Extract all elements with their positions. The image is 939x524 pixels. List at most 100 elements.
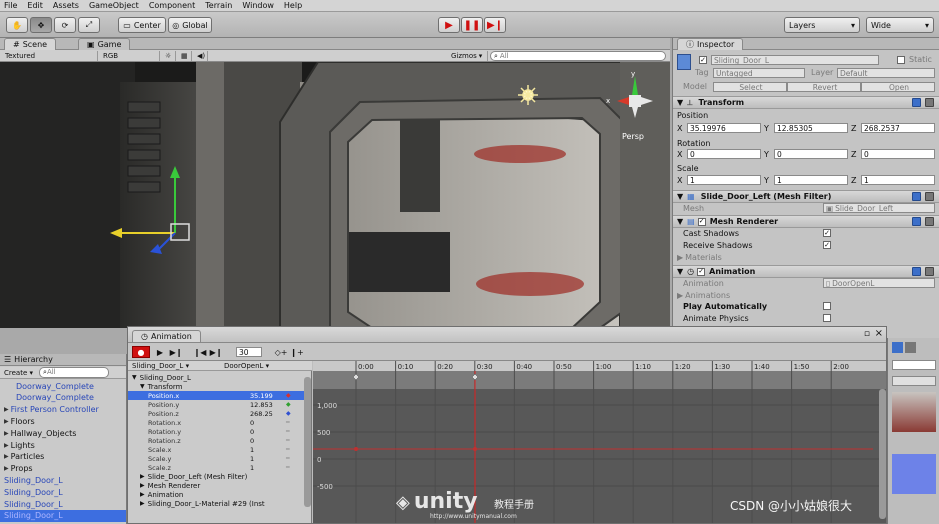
- chevron-right-icon[interactable]: ▶: [140, 500, 145, 507]
- rotation-y-field[interactable]: 0: [774, 149, 848, 159]
- menu-gameobject[interactable]: GameObject: [89, 1, 139, 10]
- position-y-field[interactable]: 12.85305: [774, 123, 848, 133]
- anim-property-value[interactable]: 0: [250, 437, 254, 445]
- anim-property-value[interactable]: 1: [250, 455, 254, 463]
- anim-object-dropdown[interactable]: Sliding_Door_L ▾: [132, 362, 189, 370]
- anim-property-row[interactable]: Scale.x 1 ━: [128, 445, 311, 454]
- receive-shadows-checkbox[interactable]: ✓: [823, 241, 831, 249]
- add-event-button[interactable]: ❙+: [290, 346, 304, 358]
- anim-property-value[interactable]: 1: [250, 464, 254, 472]
- anim-property-row[interactable]: ▶ Slide_Door_Left (Mesh Filter): [128, 472, 311, 481]
- tab-game[interactable]: ▣ Game: [78, 38, 131, 50]
- scale-y-field[interactable]: 1: [774, 175, 848, 185]
- hierarchy-item[interactable]: ▶ Props: [0, 463, 126, 475]
- render-mode-dropdown[interactable]: Textured: [2, 51, 98, 61]
- tab-scene[interactable]: # Scene: [4, 38, 57, 50]
- texture-thumbnail-1[interactable]: [892, 392, 936, 432]
- anim-property-row[interactable]: Rotation.y 0 ━: [128, 427, 311, 436]
- anim-next-button[interactable]: ▶❙: [168, 346, 184, 358]
- anim-property-row[interactable]: Position.x 35.199 ◆: [128, 391, 311, 400]
- scale-tool-button[interactable]: ⤢: [78, 17, 100, 33]
- chevron-right-icon[interactable]: ▶: [140, 482, 145, 489]
- chevron-right-icon[interactable]: ▶: [140, 491, 145, 498]
- play-button[interactable]: ▶: [438, 17, 460, 33]
- step-button[interactable]: ▶❙: [484, 17, 506, 33]
- rotate-tool-button[interactable]: ⟳: [54, 17, 76, 33]
- anim-clip-dropdown[interactable]: DoorOpenL ▾: [224, 362, 269, 370]
- scale-x-field[interactable]: 1: [687, 175, 761, 185]
- chevron-right-icon[interactable]: ▶: [4, 453, 9, 460]
- anim-property-value[interactable]: 12.853: [250, 401, 273, 409]
- frame-field[interactable]: 30: [236, 347, 262, 357]
- layers-dropdown[interactable]: Layers ▾: [784, 17, 860, 33]
- chevron-right-icon[interactable]: ▶: [140, 473, 145, 480]
- hierarchy-item[interactable]: ▶ Hallway_Objects: [0, 427, 126, 439]
- hierarchy-item[interactable]: ▶ First Person Controller: [0, 404, 126, 416]
- layout-dropdown[interactable]: Wide ▾: [866, 17, 934, 33]
- hand-tool-button[interactable]: ✋: [6, 17, 28, 33]
- pivot-global-button[interactable]: ◎ Global: [168, 17, 212, 33]
- close-icon[interactable]: ×: [875, 328, 883, 339]
- gear-icon[interactable]: [925, 217, 934, 226]
- curve-scrollbar[interactable]: [879, 389, 886, 519]
- anim-property-row[interactable]: Rotation.x 0 ━: [128, 418, 311, 427]
- position-z-field[interactable]: 268.2537: [861, 123, 935, 133]
- hierarchy-item[interactable]: ▶ Floors: [0, 415, 126, 427]
- preview-slider[interactable]: [892, 376, 936, 386]
- model-revert-button[interactable]: Revert: [787, 82, 861, 92]
- move-tool-button[interactable]: ✥: [30, 17, 52, 33]
- rotation-x-field[interactable]: 0: [687, 149, 761, 159]
- menu-window[interactable]: Window: [242, 1, 274, 10]
- hierarchy-item[interactable]: Doorway_Complete: [0, 392, 126, 404]
- anim-property-row[interactable]: Scale.y 1 ━: [128, 454, 311, 463]
- record-button[interactable]: ●: [132, 346, 150, 358]
- anim-property-row[interactable]: ▶ Sliding_Door_L-Material #29 (Inst: [128, 499, 311, 508]
- texture-thumbnail-2[interactable]: [892, 454, 936, 494]
- add-keyframe-button[interactable]: ◇+: [274, 346, 288, 358]
- gizmos-dropdown[interactable]: Gizmos ▾: [448, 51, 488, 61]
- layer-dropdown[interactable]: Default: [837, 68, 935, 78]
- chevron-down-icon[interactable]: ▼: [132, 374, 137, 381]
- menu-terrain[interactable]: Terrain: [205, 1, 232, 10]
- help-icon[interactable]: [912, 217, 921, 226]
- anim-property-value[interactable]: 0: [250, 428, 254, 436]
- hierarchy-item[interactable]: Sliding_Door_L: [0, 474, 126, 486]
- menu-file[interactable]: File: [4, 1, 17, 10]
- maximize-icon[interactable]: ▫: [864, 329, 870, 339]
- animate-physics-checkbox[interactable]: [823, 314, 831, 322]
- anim-property-row[interactable]: Position.z 268.25 ◆: [128, 409, 311, 418]
- mesh-filter-header[interactable]: ▼ ▦ Slide_Door_Left (Mesh Filter): [673, 190, 939, 203]
- anim-property-row[interactable]: Scale.z 1 ━: [128, 463, 311, 472]
- rotation-z-field[interactable]: 0: [861, 149, 935, 159]
- animation-enabled-checkbox[interactable]: ✓: [697, 267, 706, 276]
- anim-property-row[interactable]: ▼ Transform: [128, 382, 311, 391]
- hierarchy-item[interactable]: Sliding_Door_L: [0, 498, 126, 510]
- tab-animation[interactable]: ◷ Animation: [132, 330, 201, 342]
- hierarchy-item[interactable]: ▶ Particles: [0, 451, 126, 463]
- create-dropdown[interactable]: Create ▾: [4, 369, 33, 377]
- mesh-renderer-header[interactable]: ▼ ▤ ✓ Mesh Renderer: [673, 215, 939, 228]
- tab-inspector[interactable]: ⓘ Inspector: [677, 38, 744, 50]
- preview-dropdown[interactable]: [892, 360, 936, 370]
- prev-keyframe-button[interactable]: ❙◀: [192, 346, 208, 358]
- model-open-button[interactable]: Open: [861, 82, 935, 92]
- anim-property-row[interactable]: Position.y 12.853 ◆: [128, 400, 311, 409]
- model-select-button[interactable]: Select: [713, 82, 787, 92]
- scene-fx-toggle[interactable]: ▦: [178, 51, 192, 61]
- materials-foldout[interactable]: ▶ Materials: [677, 253, 722, 262]
- transform-header[interactable]: ▼ ⟂ Transform: [673, 96, 939, 109]
- chevron-right-icon[interactable]: ▶: [4, 406, 9, 413]
- chevron-right-icon[interactable]: ▶: [4, 442, 9, 449]
- mesh-field[interactable]: ▣ Slide_Door_Left: [823, 203, 935, 213]
- tag-dropdown[interactable]: Untagged: [713, 68, 805, 78]
- static-checkbox[interactable]: [897, 56, 905, 64]
- gear-icon[interactable]: [925, 98, 934, 107]
- chevron-right-icon[interactable]: ▶: [4, 430, 9, 437]
- animations-foldout[interactable]: ▶ Animations: [677, 291, 730, 300]
- hierarchy-item[interactable]: ▶ Lights: [0, 439, 126, 451]
- gear-icon[interactable]: [925, 192, 934, 201]
- hierarchy-item[interactable]: Doorway_Complete: [0, 380, 126, 392]
- chevron-down-icon[interactable]: ▼: [140, 383, 145, 390]
- chevron-right-icon[interactable]: ▶: [4, 465, 9, 472]
- tab-hierarchy[interactable]: ☰ Hierarchy: [0, 354, 126, 366]
